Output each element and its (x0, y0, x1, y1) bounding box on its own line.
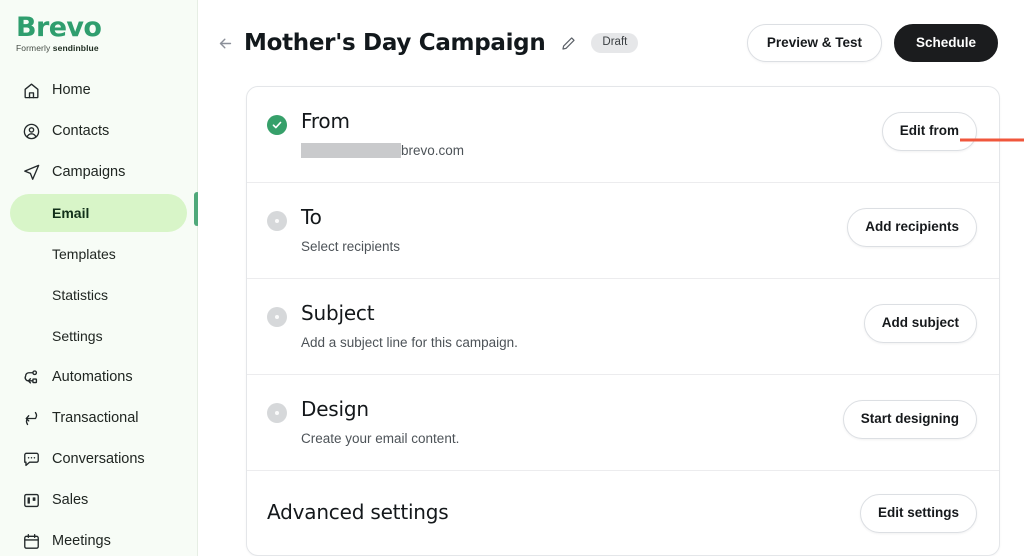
sidebar-item-sales[interactable]: Sales (10, 481, 187, 519)
row-subtitle: Select recipients (301, 239, 401, 254)
edit-from-button[interactable]: Edit from (881, 112, 977, 151)
home-icon (20, 79, 42, 101)
sidebar-item-label: Statistics (52, 287, 109, 304)
sidebar-item-automations[interactable]: Automations (10, 358, 187, 396)
row-from-body: From brevo.com (301, 109, 882, 158)
preview-and-test-button[interactable]: Preview & Test (746, 23, 882, 63)
conversations-chat-icon (20, 448, 42, 470)
brand-tagline-sendinblue: sendinblue (52, 43, 99, 54)
advanced-settings-title: Advanced settings (267, 499, 449, 524)
sidebar: Brevo Formerly sendinblue Home Contacts (0, 0, 200, 556)
transactional-swap-icon (20, 407, 42, 429)
arrow-left-icon (219, 38, 231, 48)
sidebar-item-label: Templates (52, 246, 116, 263)
meetings-calendar-icon (20, 530, 42, 552)
sidebar-item-home[interactable]: Home (10, 71, 187, 109)
row-subject-body: Subject Add a subject line for this camp… (301, 301, 864, 350)
row-subtitle: brevo.com (301, 143, 882, 158)
page-header: Mother's Day Campaign Draft Preview & Te… (198, 0, 1024, 86)
page-title: Mother's Day Campaign (244, 30, 546, 56)
sidebar-item-label: Settings (52, 328, 103, 345)
row-title: From (301, 109, 350, 133)
row-title: Design (301, 397, 369, 421)
status-pending-icon (267, 307, 287, 327)
row-to: To Select recipients Add recipients (247, 183, 999, 279)
add-subject-button[interactable]: Add subject (863, 304, 977, 343)
row-title: To (301, 205, 322, 229)
start-designing-button[interactable]: Start designing (842, 400, 977, 439)
sidebar-item-label: Conversations (52, 451, 145, 468)
sidebar-item-label: Transactional (52, 410, 139, 427)
row-from-action: Edit from (881, 109, 977, 151)
sidebar-nav: Home Contacts Campaigns Email Templates (0, 71, 197, 556)
sales-board-icon (20, 489, 42, 511)
header-actions: Preview & Test Schedule (746, 23, 998, 63)
redacted-email-block (301, 143, 401, 158)
row-title: Subject (301, 301, 375, 325)
sidebar-item-meetings[interactable]: Meetings (10, 522, 187, 556)
row-subtitle: Add a subject line for this campaign. (301, 335, 518, 350)
sidebar-item-contacts[interactable]: Contacts (10, 112, 187, 150)
sidebar-item-label: Sales (52, 492, 89, 509)
row-design: Design Create your email content. Start … (247, 375, 999, 471)
schedule-button[interactable]: Schedule (893, 23, 998, 63)
brand-tagline-prefix: Formerly (16, 43, 53, 54)
sidebar-item-email[interactable]: Email (10, 194, 187, 233)
app-root: Brevo Formerly sendinblue Home Contacts (0, 0, 1024, 556)
row-design-action: Start designing (842, 397, 977, 439)
add-recipients-button[interactable]: Add recipients (847, 208, 977, 247)
row-to-body: To Select recipients (301, 205, 847, 254)
sidebar-item-campaigns[interactable]: Campaigns (10, 153, 187, 191)
row-subtitle: Create your email content. (301, 431, 460, 446)
sidebar-item-transactional[interactable]: Transactional (10, 399, 187, 437)
sidebar-item-settings[interactable]: Settings (10, 317, 187, 355)
status-pending-icon (267, 403, 287, 423)
sidebar-item-label: Automations (52, 369, 133, 386)
status-pending-icon (267, 211, 287, 231)
sidebar-item-statistics[interactable]: Statistics (10, 276, 187, 314)
row-design-body: Design Create your email content. (301, 397, 843, 446)
campaigns-paper-plane-icon (20, 161, 42, 183)
sidebar-item-templates[interactable]: Templates (10, 235, 187, 273)
row-subject: Subject Add a subject line for this camp… (247, 279, 999, 375)
brand-logo[interactable]: Brevo Formerly sendinblue (0, 8, 197, 53)
edit-settings-button[interactable]: Edit settings (859, 494, 977, 533)
sidebar-item-label: Contacts (52, 123, 110, 140)
sidebar-item-label: Home (52, 82, 91, 99)
pencil-icon (562, 36, 575, 50)
status-check-icon (267, 115, 287, 135)
row-from: From brevo.com Edit from (247, 87, 999, 183)
row-to-action: Add recipients (847, 205, 977, 247)
row-subject-action: Add subject (863, 301, 977, 343)
edit-title-button[interactable] (558, 33, 578, 53)
brand-tagline: Formerly sendinblue (16, 43, 197, 53)
row-advanced-settings: Advanced settings Edit settings (247, 471, 999, 555)
row-advanced-action: Edit settings (859, 491, 977, 533)
sidebar-item-label: Meetings (52, 533, 111, 550)
sidebar-item-label: Campaigns (52, 164, 126, 181)
back-button[interactable] (212, 30, 238, 56)
status-badge: Draft (591, 32, 639, 54)
from-email-domain: brevo.com (401, 143, 465, 158)
sidebar-item-conversations[interactable]: Conversations (10, 440, 187, 478)
automations-icon (20, 366, 42, 388)
contacts-icon (20, 120, 42, 142)
main-content: Mother's Day Campaign Draft Preview & Te… (198, 0, 1024, 556)
sidebar-item-label: Email (52, 205, 90, 222)
campaign-setup-card: From brevo.com Edit from To Select recip… (246, 86, 1000, 556)
brand-name: Brevo (16, 12, 102, 43)
